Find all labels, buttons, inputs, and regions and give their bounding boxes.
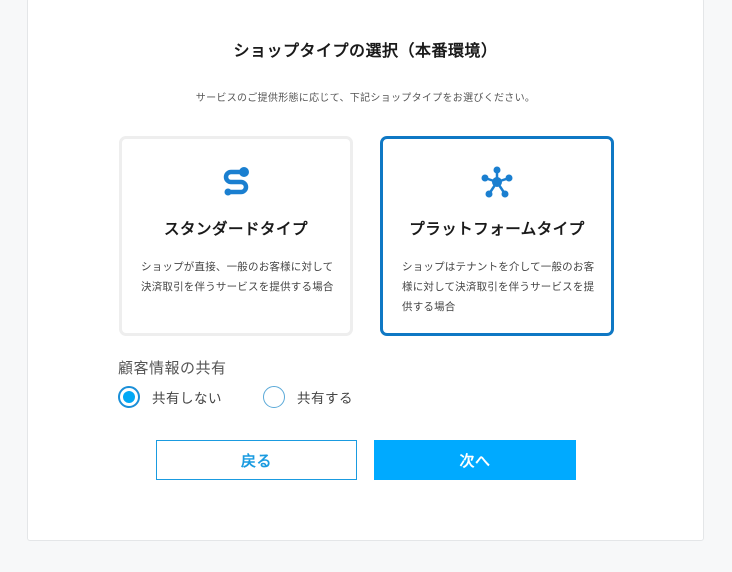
standard-route-icon bbox=[122, 166, 350, 198]
radio-label: 共有する bbox=[297, 391, 353, 407]
radio-unchecked-indicator[interactable] bbox=[263, 386, 285, 408]
card-platform-type[interactable]: プラットフォームタイプ ショップはテナントを介して一般のお客様に対して決済取引を… bbox=[380, 136, 614, 336]
page-subtitle: サービスのご提供形態に応じて、下記ショップタイプをお選びください。 bbox=[195, 93, 536, 104]
radio-share-no[interactable]: 共有しない bbox=[118, 386, 222, 408]
radio-checked-indicator[interactable] bbox=[118, 386, 140, 408]
platform-network-icon bbox=[383, 166, 611, 198]
page-title: ショップタイプの選択（本番環境） bbox=[233, 41, 498, 60]
back-button[interactable]: 戻る bbox=[156, 440, 357, 480]
card-title: スタンダードタイプ bbox=[163, 220, 308, 238]
card-standard-type[interactable]: スタンダードタイプ ショップが直接、一般のお客様に対して決済取引を伴うサービスを… bbox=[119, 136, 353, 336]
next-button[interactable]: 次へ bbox=[374, 440, 576, 480]
card-title: プラットフォームタイプ bbox=[409, 220, 585, 238]
radio-label: 共有しない bbox=[152, 391, 222, 407]
card-description: ショップはテナントを介して一般のお客様に対して決済取引を伴うサービスを提供する場… bbox=[402, 261, 595, 313]
card-description: ショップが直接、一般のお客様に対して決済取引を伴うサービスを提供する場合 bbox=[141, 261, 334, 293]
share-customer-info-label: 顧客情報の共有 bbox=[118, 359, 227, 377]
shop-type-panel: ショップタイプの選択（本番環境） サービスのご提供形態に応じて、下記ショップタイ… bbox=[27, 0, 704, 541]
radio-share-yes[interactable]: 共有する bbox=[263, 386, 353, 408]
